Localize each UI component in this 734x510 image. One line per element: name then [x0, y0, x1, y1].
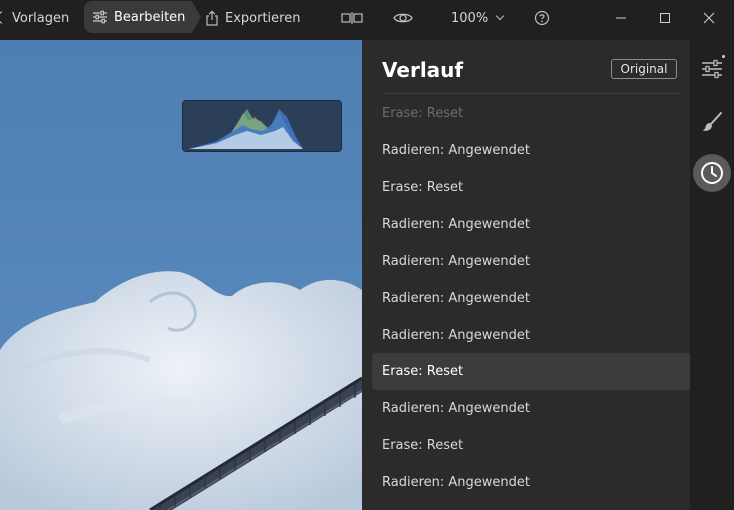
histogram-graph [189, 109, 303, 149]
histogram-overlay[interactable] [182, 100, 342, 152]
zoom-value: 100% [451, 10, 489, 26]
chevron-down-icon [495, 11, 505, 21]
exportieren-label: Exportieren [225, 10, 301, 26]
vorlagen-tab[interactable]: Vorlagen [0, 0, 69, 36]
history-panel: Verlauf Original Erase: Reset Radieren: … [362, 40, 692, 510]
photo-canvas[interactable] [0, 40, 362, 510]
history-item[interactable]: Radieren: Angewendet [372, 243, 692, 280]
panel-divider [382, 93, 682, 94]
brush-icon [701, 111, 723, 133]
history-item[interactable]: Radieren: Angewendet [372, 390, 692, 427]
minimize-icon [615, 12, 627, 24]
clock-icon [700, 161, 724, 185]
tool-strip [690, 40, 734, 510]
minimize-button[interactable] [615, 0, 627, 36]
maximize-button[interactable] [659, 0, 671, 36]
question-circle-icon [534, 10, 550, 26]
preview-button[interactable] [393, 0, 413, 36]
panel-title: Verlauf [382, 58, 464, 82]
top-toolbar: Vorlagen Bearbeiten Exportieren 100% [0, 0, 734, 36]
eye-icon [393, 11, 413, 25]
close-icon [703, 12, 715, 24]
chevron-left-icon [0, 0, 10, 36]
adjust-tool-button[interactable] [692, 49, 732, 89]
split-view-icon [340, 11, 364, 25]
history-item[interactable]: Erase: Reset [372, 427, 692, 464]
notification-dot [722, 55, 725, 58]
exportieren-tab[interactable]: Exportieren [205, 0, 300, 36]
bearbeiten-label: Bearbeiten [114, 9, 186, 25]
sliders-icon [701, 59, 723, 79]
close-button[interactable] [703, 0, 715, 36]
original-button[interactable]: Original [611, 59, 677, 79]
history-item[interactable]: Radieren: Angewendet [372, 317, 692, 354]
history-item[interactable]: Erase: Reset [372, 95, 692, 132]
history-item[interactable]: Radieren: Angewendet [372, 464, 692, 501]
maximize-icon [659, 12, 671, 24]
share-icon [205, 10, 219, 26]
brush-tool-button[interactable] [692, 102, 732, 142]
history-item[interactable]: Erase: Reset [372, 169, 692, 206]
bearbeiten-tab[interactable]: Bearbeiten [84, 1, 201, 33]
history-item[interactable]: Radieren: Angewendet [372, 280, 692, 317]
history-item-selected[interactable]: Erase: Reset [372, 353, 692, 390]
history-item[interactable]: Radieren: Angewendet [372, 206, 692, 243]
compare-button[interactable] [340, 0, 364, 36]
sliders-icon [92, 10, 108, 24]
history-item[interactable]: Radieren: Angewendet [372, 132, 692, 169]
history-tool-button[interactable] [693, 154, 731, 192]
zoom-dropdown[interactable]: 100% [451, 0, 505, 36]
help-button[interactable] [534, 0, 550, 36]
vorlagen-label: Vorlagen [12, 10, 70, 26]
